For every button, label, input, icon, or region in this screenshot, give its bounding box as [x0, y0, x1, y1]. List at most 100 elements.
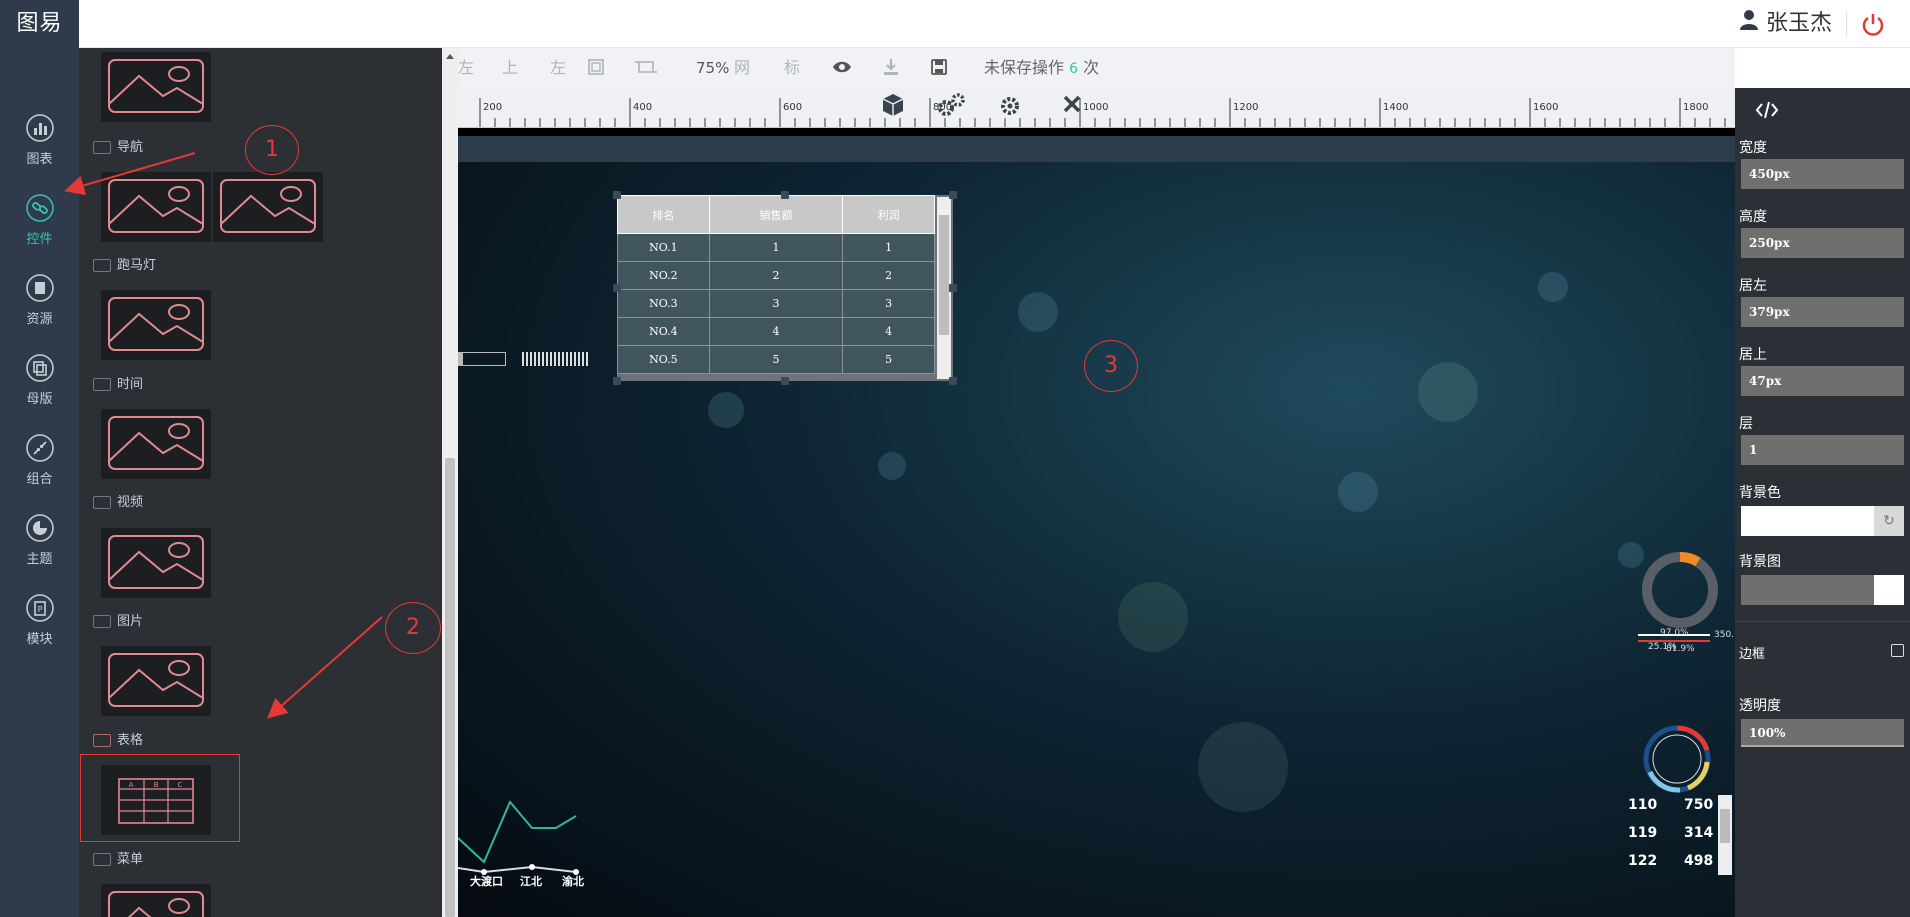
height-label: 高度: [1739, 209, 1767, 225]
resize-handle[interactable]: [949, 284, 957, 292]
opacity-field[interactable]: 100%: [1741, 719, 1904, 747]
left-field[interactable]: 379px: [1741, 297, 1904, 327]
number-list-widget[interactable]: 110 750 119 314 122 498: [1620, 795, 1735, 895]
palette-thumb-marquee[interactable]: [101, 290, 211, 360]
image-icon: [93, 853, 111, 866]
table-widget[interactable]: 排名 销售额 利润 NO.1 1 1 NO.2 2 2 NO.3 3 3 NO.4 4 4 NO…: [617, 195, 953, 381]
reset-icon[interactable]: ↻: [1874, 506, 1904, 536]
number-list-scrollbar[interactable]: [1718, 795, 1732, 875]
divider: [1735, 621, 1910, 622]
bgimage-picker[interactable]: [1874, 575, 1904, 605]
editor-toolbar: 左 上 左 75% 网 标 未保存操作 6 次: [458, 48, 1735, 88]
nav-item-chart[interactable]: 图表: [0, 98, 79, 176]
data-table: 排名 销售额 利润 NO.1 1 1 NO.2 2 2 NO.3 3 3 NO.4 4 4 NO…: [617, 195, 935, 374]
scroll-thumb[interactable]: [445, 458, 455, 917]
close-icon[interactable]: [1062, 94, 1082, 118]
ring-gauge-top[interactable]: [1638, 548, 1722, 632]
border-checkbox[interactable]: [1891, 644, 1904, 657]
download-icon[interactable]: [882, 57, 900, 77]
palette-thumb-nav[interactable]: [101, 172, 211, 242]
resize-handle[interactable]: [613, 284, 621, 292]
resize-handle[interactable]: [949, 191, 957, 199]
table-header-sales[interactable]: 销售额: [708, 195, 844, 234]
nav-item-controls[interactable]: 控件: [0, 178, 79, 256]
svg-text:C: C: [178, 781, 183, 789]
nav-item-resources[interactable]: 资源: [0, 258, 79, 336]
palette-thumb-image[interactable]: [101, 646, 211, 716]
palette-label-video: 视频: [93, 494, 143, 512]
line-label-1: 大渡口: [470, 875, 503, 888]
save-icon[interactable]: [930, 58, 948, 78]
palette-label-image: 图片: [93, 613, 143, 631]
palette-label-time: 时间: [93, 376, 143, 394]
user-menu[interactable]: 张玉杰: [1739, 8, 1832, 40]
palette-thumb[interactable]: [101, 52, 211, 122]
table-header-profit[interactable]: 利润: [842, 195, 935, 234]
width-field[interactable]: 450px: [1741, 159, 1904, 189]
top-field[interactable]: 47px: [1741, 366, 1904, 396]
image-icon: [93, 496, 111, 509]
settings-icon[interactable]: [936, 92, 966, 122]
nav-item-group[interactable]: 组合: [0, 418, 79, 496]
palette-thumb-menu[interactable]: [101, 884, 211, 917]
resize-icon[interactable]: [634, 57, 658, 77]
ruler-toggle[interactable]: 标: [784, 58, 800, 78]
ruler-label: 1200: [1233, 102, 1259, 113]
line-label-2: 江北: [520, 875, 542, 888]
table-header-rank[interactable]: 排名: [617, 195, 710, 234]
app-logo[interactable]: 图易: [0, 0, 79, 48]
svg-text:A: A: [129, 781, 134, 789]
height-field[interactable]: 250px: [1741, 228, 1904, 258]
grid-toggle[interactable]: 网: [734, 58, 750, 78]
resize-handle[interactable]: [613, 377, 621, 385]
align-left-button[interactable]: 左: [550, 58, 566, 78]
power-icon[interactable]: [1860, 12, 1886, 38]
nav-item-theme[interactable]: 主题: [0, 498, 79, 576]
canvas-header-strip: [458, 136, 1735, 162]
resize-handle[interactable]: [781, 191, 789, 199]
bgcolor-swatch[interactable]: [1741, 506, 1874, 536]
scroll-up-icon[interactable]: [446, 54, 454, 59]
ruler-label: 1400: [1383, 102, 1409, 113]
nav-label: 资源: [26, 312, 53, 327]
barcode-widget[interactable]: [522, 352, 588, 366]
table-row: NO.4 4 4: [617, 317, 935, 346]
eye-icon[interactable]: [832, 59, 852, 79]
layer-field[interactable]: 1: [1741, 435, 1904, 465]
align-top-button[interactable]: 上: [502, 58, 518, 78]
stat-sub2: 81.9%: [1666, 644, 1695, 654]
ruler-label: 1600: [1533, 102, 1559, 113]
align-right-button[interactable]: 左: [458, 58, 474, 78]
palette-scrollbar[interactable]: [442, 48, 458, 917]
ruler-label: 400: [633, 102, 653, 113]
ring-gauge-stats: 97.0% 350. 25.1% 81.9%: [1638, 628, 1738, 668]
nav-item-module[interactable]: P 模块: [0, 578, 79, 656]
palette-thumb-time[interactable]: [101, 409, 211, 479]
border-label: 边框: [1739, 647, 1766, 662]
palette-thumb-nav-2[interactable]: [213, 172, 323, 242]
code-icon[interactable]: [1755, 100, 1779, 124]
table-scroll-thumb[interactable]: [939, 215, 949, 335]
table-row: NO.1 1 1: [617, 233, 935, 262]
resize-handle[interactable]: [613, 191, 621, 199]
nav-label: 模块: [26, 632, 53, 647]
resize-handle[interactable]: [949, 377, 957, 385]
gear-icon[interactable]: [998, 92, 1028, 122]
palette-label-menu: 菜单: [93, 851, 143, 869]
opacity-label: 透明度: [1739, 698, 1781, 714]
bgcolor-label: 背景色: [1739, 485, 1781, 501]
compress-icon: [25, 434, 54, 462]
progress-widget[interactable]: [458, 352, 506, 366]
ring-gauge-bottom[interactable]: [1640, 722, 1714, 796]
properties-panel: 宽度 450px 高度 250px 居左 379px 居上 47px 层 1 背…: [1735, 88, 1910, 917]
cube-icon[interactable]: [880, 92, 906, 122]
fit-screen-icon[interactable]: [586, 57, 606, 77]
resize-handle[interactable]: [781, 377, 789, 385]
nav-label: 母版: [26, 392, 53, 407]
palette-thumb-table[interactable]: A B C: [101, 765, 211, 835]
palette-thumb-video[interactable]: [101, 528, 211, 598]
nav-item-master[interactable]: 母版: [0, 338, 79, 416]
bgimage-field[interactable]: [1741, 575, 1874, 605]
zoom-level[interactable]: 75%: [696, 58, 729, 78]
unsaved-count: 6: [1069, 61, 1079, 77]
